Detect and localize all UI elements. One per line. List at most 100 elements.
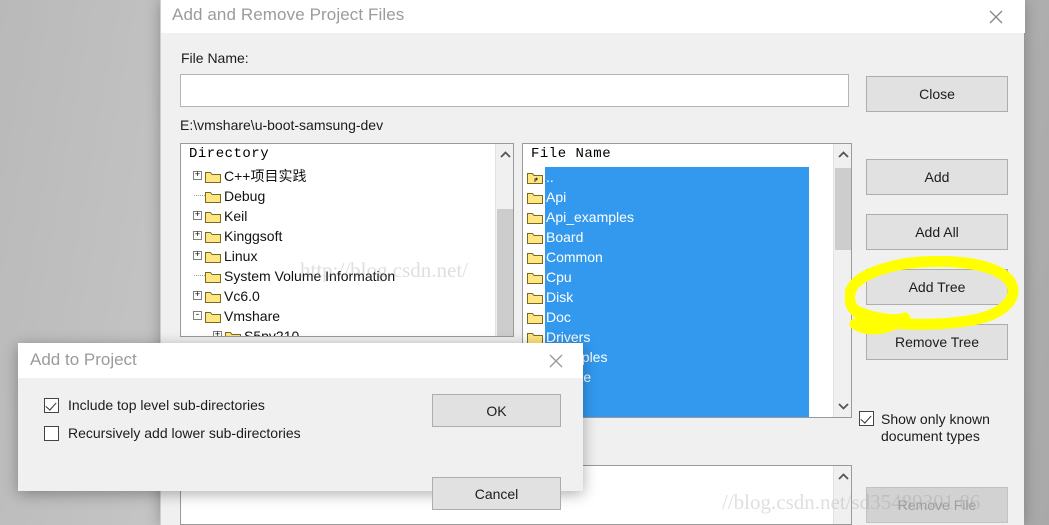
add-all-button[interactable]: Add All xyxy=(866,214,1008,250)
scroll-up-icon[interactable] xyxy=(834,146,851,164)
expand-icon[interactable]: + xyxy=(193,171,202,180)
file-list-item[interactable]: Api_examples xyxy=(523,207,833,227)
checkbox-box[interactable] xyxy=(44,425,59,441)
tree-connector xyxy=(194,275,205,276)
file-list-item-label: Disk xyxy=(546,289,574,305)
file-list-item[interactable]: Disk xyxy=(523,287,833,307)
tree-item-label: Kinggsoft xyxy=(224,228,283,244)
expand-icon[interactable]: + xyxy=(193,231,202,240)
include-top-level-checkbox[interactable]: Include top level sub-directories xyxy=(44,397,265,413)
tree-item[interactable]: + Linux xyxy=(181,246,495,266)
tree-expander-cell[interactable]: + xyxy=(191,166,205,186)
checkbox-box[interactable] xyxy=(859,411,874,426)
directory-panel: Directory + C++项目实践 Debug + Keil + Kinggsoft + L… xyxy=(180,143,514,337)
folder-icon xyxy=(527,253,543,264)
folder-icon xyxy=(527,273,543,284)
file-list-item-label: Cpu xyxy=(546,269,572,285)
modal-title-bar: Add to Project xyxy=(18,343,583,378)
folder-icon xyxy=(527,233,543,244)
directory-scroll-thumb[interactable] xyxy=(497,209,513,336)
cancel-button[interactable]: Cancel xyxy=(432,477,561,510)
folder-icon xyxy=(205,292,221,303)
file-list-scrollbar[interactable] xyxy=(833,144,851,417)
tree-item[interactable]: Debug xyxy=(181,186,495,206)
file-list-item[interactable]: Board xyxy=(523,227,833,247)
expand-icon[interactable]: + xyxy=(213,331,222,336)
tree-expander-cell[interactable]: - xyxy=(191,306,205,326)
close-icon[interactable] xyxy=(981,4,1011,30)
file-list-item[interactable]: Common xyxy=(523,247,833,267)
tree-expander-cell[interactable]: + xyxy=(191,206,205,226)
tree-expander-cell[interactable]: + xyxy=(191,246,205,266)
folder-icon xyxy=(527,293,543,304)
folder-icon xyxy=(527,193,543,204)
ok-button[interactable]: OK xyxy=(432,394,561,427)
tree-expander-cell[interactable]: + xyxy=(191,226,205,246)
tree-expander-cell xyxy=(191,186,205,206)
tree-item[interactable]: System Volume Information xyxy=(181,266,495,286)
file-list-item-label: Doc xyxy=(546,309,571,325)
tree-item-label: System Volume Information xyxy=(224,268,396,284)
tree-item-label: C++项目实践 xyxy=(224,168,307,184)
folder-icon xyxy=(205,172,221,183)
close-icon[interactable] xyxy=(543,349,569,373)
tree-item[interactable]: - Vmshare xyxy=(181,306,495,326)
folder-icon xyxy=(205,192,221,203)
file-list-item-label: Api_examples xyxy=(546,209,634,225)
file-list-item[interactable]: Doc xyxy=(523,307,833,327)
scroll-up-icon[interactable] xyxy=(496,146,513,164)
folder-icon xyxy=(205,212,221,223)
tree-expander-cell[interactable]: + xyxy=(211,326,225,336)
tree-item-label: Linux xyxy=(224,248,258,264)
remove-tree-button[interactable]: Remove Tree xyxy=(866,324,1008,360)
current-path-label: E:\vmshare\u-boot-samsung-dev xyxy=(180,117,384,133)
file-list-scroll-thumb[interactable] xyxy=(835,168,851,250)
folder-icon xyxy=(205,232,221,243)
tree-item[interactable]: + Vc6.0 xyxy=(181,286,495,306)
collapse-icon[interactable]: - xyxy=(193,311,202,320)
add-tree-button[interactable]: Add Tree xyxy=(866,269,1008,305)
directory-scrollbar[interactable] xyxy=(495,144,513,336)
recursively-add-label: Recursively add lower sub-directories xyxy=(68,425,301,441)
show-known-document-types-checkbox[interactable]: Show only known document types xyxy=(859,411,1014,445)
tree-item-label: Keil xyxy=(224,208,248,224)
directory-tree[interactable]: + C++项目实践 Debug + Keil + Kinggsoft + Linux System… xyxy=(181,166,495,336)
window-title-bar: Add and Remove Project Files xyxy=(161,0,1025,33)
file-list-item[interactable]: Api xyxy=(523,187,833,207)
add-button[interactable]: Add xyxy=(866,159,1008,195)
tree-item-label: S5pv210 xyxy=(244,328,300,336)
folder-icon xyxy=(205,272,221,283)
file-list-item[interactable]: Cpu xyxy=(523,267,833,287)
folder-icon xyxy=(205,312,221,323)
project-files-scrollbar[interactable] xyxy=(833,466,851,524)
folder-icon xyxy=(527,313,543,324)
modal-title: Add to Project xyxy=(30,350,137,369)
scroll-down-icon[interactable] xyxy=(834,397,851,415)
close-button[interactable]: Close xyxy=(866,76,1008,112)
tree-expander-cell[interactable]: + xyxy=(191,286,205,306)
show-known-document-types-label: Show only known document types xyxy=(881,411,990,444)
scroll-up-icon[interactable] xyxy=(834,468,851,486)
tree-item[interactable]: + S5pv210 xyxy=(181,326,495,336)
expand-icon[interactable]: + xyxy=(193,211,202,220)
file-name-input[interactable] xyxy=(180,74,849,107)
expand-icon[interactable]: + xyxy=(193,251,202,260)
file-list-item-label: Board xyxy=(546,229,584,245)
file-list-item-label: .. xyxy=(546,169,554,185)
remove-file-button: Remove File xyxy=(866,487,1008,523)
file-list-item-label: Common xyxy=(546,249,603,265)
checkbox-box[interactable] xyxy=(44,397,59,413)
file-list-item-label: Api xyxy=(546,189,567,205)
recursively-add-checkbox[interactable]: Recursively add lower sub-directories xyxy=(44,425,301,441)
tree-item[interactable]: + C++项目实践 xyxy=(181,166,495,186)
tree-item-label: Vc6.0 xyxy=(224,288,260,304)
tree-item[interactable]: + Keil xyxy=(181,206,495,226)
tree-item[interactable]: + Kinggsoft xyxy=(181,226,495,246)
tree-connector xyxy=(194,195,205,196)
folder-icon xyxy=(527,213,543,224)
directory-panel-header: Directory xyxy=(181,144,513,166)
file-list-panel-header: File Name xyxy=(523,144,851,166)
expand-icon[interactable]: + xyxy=(193,291,202,300)
file-list-item[interactable]: .. xyxy=(523,167,833,187)
tree-item-label: Debug xyxy=(224,188,266,204)
